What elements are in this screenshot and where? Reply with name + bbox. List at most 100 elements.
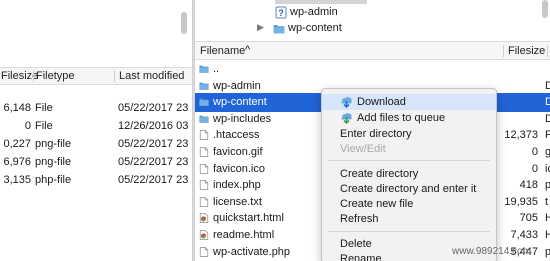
file-icon [199, 196, 209, 207]
file-type: H [545, 229, 550, 241]
local-file-row[interactable]: 0,227 png-file 05/22/2017 23 [0, 135, 192, 154]
file-name: wp-includes [213, 112, 272, 125]
local-file-row[interactable]: 6,976 png-file 05/22/2017 23 [0, 153, 192, 172]
column-separator[interactable] [503, 45, 504, 57]
menu-item-label: Enter directory [340, 128, 412, 140]
file-size: 19,935 [504, 195, 538, 208]
file-size: 418 [519, 179, 538, 192]
file-size: 0,227 [3, 138, 31, 150]
file-icon [199, 246, 209, 257]
add-to-queue-icon [341, 113, 352, 124]
menu-item-label: Create directory and enter it [340, 183, 477, 195]
menu-item-label: Create new file [340, 198, 414, 210]
column-last-modified[interactable]: Last modified [119, 70, 184, 82]
tree-node-wp-content[interactable]: ▶ wp-content [257, 21, 377, 37]
file-name: quickstart.html [213, 212, 284, 225]
column-separator[interactable] [547, 45, 548, 57]
local-file-row[interactable]: 6,148 File 05/22/2017 23 [0, 99, 192, 118]
column-filesize[interactable]: Filesize [508, 45, 545, 57]
file-size: 6,976 [3, 156, 31, 168]
menu-item-refresh[interactable]: Refresh [322, 211, 496, 227]
file-name: index.php [213, 179, 261, 192]
remote-directory-tree: ? wp-admin ▶ wp-content [195, 0, 550, 40]
file-size: 0 [531, 146, 538, 158]
file-type: D [545, 112, 550, 125]
column-separator[interactable] [33, 70, 34, 82]
file-type: File [35, 120, 53, 132]
column-filetype[interactable]: Filetype [36, 70, 75, 82]
tree-selection-highlight [275, 0, 367, 4]
file-size: 3,135 [3, 174, 31, 186]
watermark: www.989214.com [452, 246, 531, 257]
svg-text:?: ? [278, 8, 284, 18]
file-size: 6,148 [3, 102, 31, 114]
menu-item-label: Refresh [340, 213, 379, 225]
sort-ascending-icon[interactable]: ^ [245, 44, 250, 56]
file-type: png-file [35, 156, 72, 168]
local-file-pane: Filesize Filetype Last modified 6,148 Fi… [0, 0, 192, 261]
file-size: 0 [531, 162, 538, 175]
chrome-file-icon [199, 230, 209, 240]
menu-item-label: Rename [340, 253, 382, 261]
column-filename[interactable]: Filename [200, 45, 245, 57]
folder-icon [273, 25, 285, 34]
menu-item-create-directory[interactable]: Create directory [322, 166, 496, 182]
question-folder-icon: ? [275, 6, 287, 19]
tree-node-label: wp-content [288, 22, 342, 34]
tree-node-wp-admin[interactable]: ? wp-admin [273, 5, 373, 21]
menu-item-label: Delete [340, 238, 372, 250]
file-type: p [545, 245, 550, 258]
file-size: 705 [519, 212, 538, 225]
file-name: wp-activate.php [213, 245, 291, 258]
remote-list-header: Filename ^ Filesize [195, 41, 550, 60]
file-type: p [545, 179, 550, 192]
menu-separator [328, 231, 490, 232]
column-separator[interactable] [114, 70, 115, 82]
file-name: .. [213, 63, 220, 75]
file-date: 05/22/2017 23 [118, 156, 189, 168]
file-size: 0 [24, 120, 31, 132]
menu-item-download[interactable]: Download [322, 94, 496, 110]
file-type: H [545, 212, 550, 225]
file-type: t [545, 195, 549, 208]
file-date: 05/22/2017 23 [118, 102, 189, 114]
menu-item-label: Create directory [340, 168, 419, 180]
file-size: 12,373 [504, 129, 538, 142]
file-type: F [545, 129, 550, 142]
menu-item-label: Download [357, 96, 406, 108]
local-file-row[interactable]: 3,135 php-file 05/22/2017 23 [0, 171, 192, 190]
file-name: readme.html [213, 229, 275, 241]
menu-item-create-directory-enter[interactable]: Create directory and enter it [322, 181, 496, 197]
folder-icon [199, 115, 209, 123]
file-type: D [545, 79, 550, 92]
expand-arrow-icon[interactable]: ▶ [257, 22, 264, 33]
file-name: license.txt [213, 195, 262, 208]
file-name: .htaccess [213, 129, 260, 142]
chrome-file-icon [199, 213, 209, 224]
file-icon [199, 180, 209, 191]
file-type: D [545, 96, 550, 109]
file-icon [199, 147, 209, 157]
local-list-header: Filesize Filetype Last modified [0, 67, 192, 85]
file-type: php-file [35, 174, 72, 186]
context-menu: Download Add files to queue Enter direct… [321, 88, 497, 261]
file-type: g [545, 146, 550, 158]
download-icon [341, 97, 352, 108]
local-tree-scrollbar[interactable] [181, 12, 187, 34]
menu-separator [328, 160, 490, 161]
file-date: 12/26/2016 03 [118, 120, 189, 132]
file-name: wp-content [213, 96, 267, 109]
menu-item-enter-directory[interactable]: Enter directory [322, 126, 496, 142]
menu-item-view-edit: View/Edit [322, 141, 496, 157]
tree-scrollbar[interactable] [542, 0, 548, 18]
folder-icon [199, 82, 209, 90]
file-date: 05/22/2017 23 [118, 138, 189, 150]
file-icon [199, 163, 209, 174]
file-name: favicon.gif [213, 146, 263, 158]
file-name: favicon.ico [213, 162, 265, 175]
local-file-row[interactable]: 0 File 12/26/2016 03 [0, 117, 192, 136]
file-type: png-file [35, 138, 72, 150]
menu-item-add-to-queue[interactable]: Add files to queue [322, 110, 496, 126]
file-size: 7,433 [510, 229, 538, 241]
menu-item-create-new-file[interactable]: Create new file [322, 196, 496, 212]
